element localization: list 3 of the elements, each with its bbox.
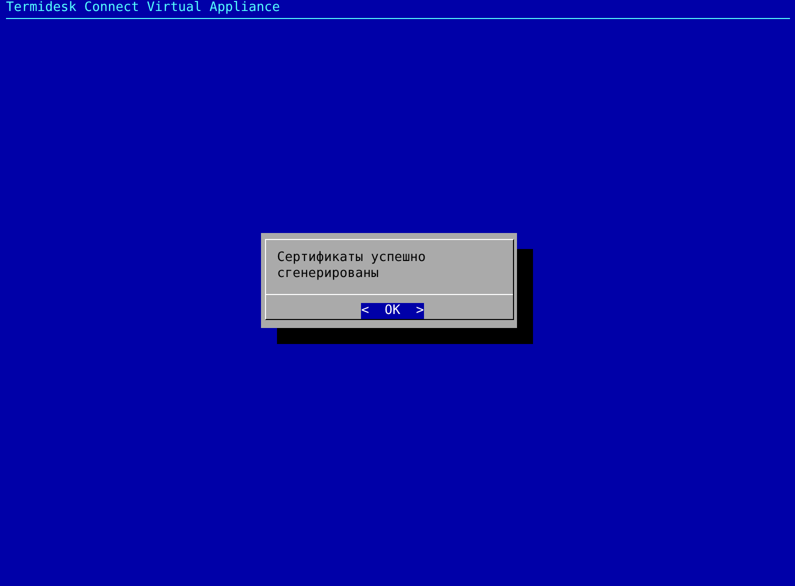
dialog-message: Сертификаты успешно сгенерированы bbox=[276, 249, 427, 283]
ok-button[interactable]: < OK > bbox=[361, 303, 424, 319]
window-title: Termidesk Connect Virtual Appliance bbox=[5, 0, 280, 15]
